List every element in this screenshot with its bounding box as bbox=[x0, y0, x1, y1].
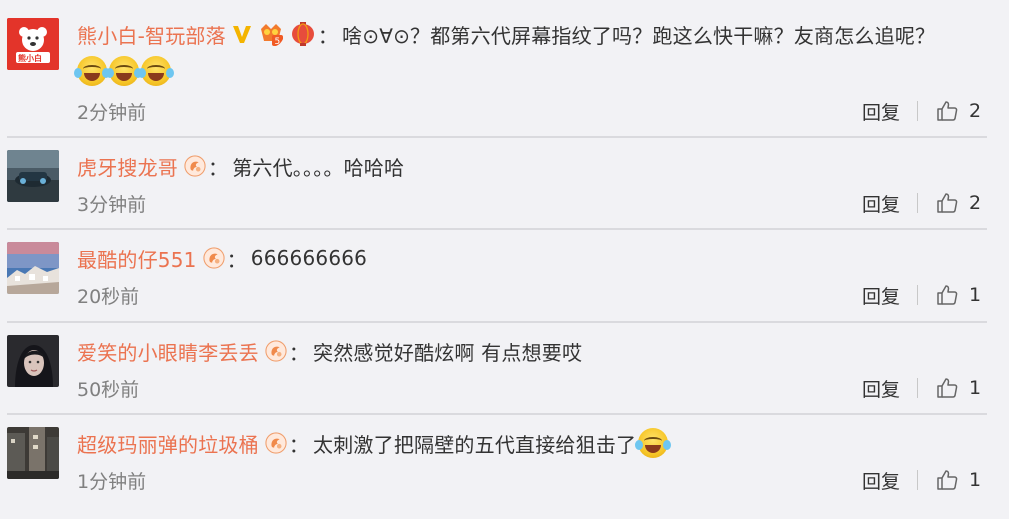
reply-button[interactable]: 回复 bbox=[862, 467, 900, 494]
thumbs-up-icon[interactable] bbox=[935, 283, 959, 307]
comment-line: 爱笑的小眼睛李丢丢 ： 突然感觉好酷炫啊 有点想要哎 bbox=[77, 335, 582, 367]
thumbs-up-icon[interactable] bbox=[935, 468, 959, 492]
colon: ： bbox=[226, 247, 247, 272]
lantern-badge-icon[interactable] bbox=[290, 21, 316, 47]
tears-of-joy-emoji bbox=[74, 56, 110, 86]
comment-line: 熊小白-智玩部落 5 ： 啥⊙∀⊙？都第六代屏幕指纹了吗？跑这么快干嘛？友商怎么… bbox=[77, 18, 935, 50]
reply-button[interactable]: 回复 bbox=[862, 282, 900, 309]
tears-of-joy-emoji bbox=[635, 428, 672, 458]
divider bbox=[917, 470, 919, 490]
username[interactable]: 虎牙搜龙哥 bbox=[77, 152, 178, 181]
comment-text: 第六代。。。。哈哈哈 bbox=[232, 155, 405, 180]
divider bbox=[917, 378, 919, 398]
tears-of-joy-emoji bbox=[106, 56, 142, 86]
colon: ： bbox=[208, 155, 229, 180]
portrait-photo-avatar-icon bbox=[7, 335, 59, 387]
comment-actions: 回复 2 bbox=[862, 190, 981, 216]
divider bbox=[7, 136, 987, 138]
divider bbox=[917, 101, 919, 121]
like-count: 2 bbox=[969, 192, 982, 214]
v-verified-icon[interactable] bbox=[232, 23, 252, 45]
timestamp: 50秒前 bbox=[77, 378, 140, 401]
emoji-row bbox=[74, 56, 174, 86]
thumbs-up-icon[interactable] bbox=[935, 191, 959, 215]
divider bbox=[917, 285, 919, 305]
colon: ： bbox=[317, 23, 339, 48]
fan-badge-icon[interactable] bbox=[265, 432, 287, 454]
fan-badge-icon[interactable] bbox=[265, 340, 287, 362]
comment-actions: 回复 2 bbox=[862, 98, 981, 124]
comment-line: 虎牙搜龙哥 ： 第六代。。。。哈哈哈 bbox=[77, 150, 404, 182]
divider bbox=[7, 321, 987, 323]
reply-button[interactable]: 回复 bbox=[862, 98, 900, 125]
avatar[interactable] bbox=[7, 242, 59, 294]
svg-text:5: 5 bbox=[274, 37, 280, 47]
timestamp: 20秒前 bbox=[77, 285, 140, 308]
like-count: 1 bbox=[969, 284, 982, 306]
comment-actions: 回复 1 bbox=[862, 375, 981, 401]
avatar[interactable] bbox=[7, 335, 59, 387]
like-count: 1 bbox=[969, 377, 982, 399]
comment-line: 超级玛丽弹的垃圾桶 ： 太刺激了把隔壁的五代直接给狙击了 bbox=[77, 427, 672, 459]
username[interactable]: 超级玛丽弹的垃圾桶 bbox=[77, 429, 259, 458]
like-count: 2 bbox=[969, 100, 982, 122]
comment-actions: 回复 1 bbox=[862, 467, 981, 493]
divider bbox=[917, 193, 919, 213]
avatar[interactable] bbox=[7, 427, 59, 479]
reply-button[interactable]: 回复 bbox=[862, 190, 900, 217]
username[interactable]: 爱笑的小眼睛李丢丢 bbox=[77, 337, 259, 366]
comment-text: 突然感觉好酷炫啊 有点想要哎 bbox=[313, 340, 583, 365]
timestamp: 3分钟前 bbox=[77, 193, 147, 216]
divider bbox=[7, 228, 987, 230]
comment-item: 超级玛丽弹的垃圾桶 ： 太刺激了把隔壁的五代直接给狙击了 1分钟前 回复 1 bbox=[0, 427, 1009, 519]
thumbs-up-icon[interactable] bbox=[935, 99, 959, 123]
comment-text: 太刺激了把隔壁的五代直接给狙击了 bbox=[313, 432, 637, 457]
comment-text: 666666666 bbox=[250, 246, 368, 270]
avatar[interactable] bbox=[7, 150, 59, 202]
reply-button[interactable]: 回复 bbox=[862, 375, 900, 402]
like-count: 1 bbox=[969, 469, 982, 491]
santorini-photo-avatar-icon bbox=[7, 242, 59, 294]
colon: ： bbox=[288, 432, 310, 457]
username[interactable]: 最酷的仔551 bbox=[77, 244, 197, 273]
comment-list: 熊小白 熊小白-智玩部落 5 ： 啥⊙∀⊙？都第六代屏幕指纹了吗？跑这么快干嘛？… bbox=[0, 0, 1009, 504]
fan-badge-icon[interactable] bbox=[184, 155, 206, 177]
street-photo-avatar-icon bbox=[7, 427, 59, 479]
comment-line: 最酷的仔551 ： 666666666 bbox=[77, 242, 367, 274]
timestamp: 2分钟前 bbox=[77, 101, 147, 124]
avatar-text: 熊小白 bbox=[18, 54, 42, 63]
avatar[interactable]: 熊小白 bbox=[7, 18, 59, 70]
car-photo-avatar-icon bbox=[7, 150, 59, 202]
fan-badge-icon[interactable] bbox=[203, 247, 225, 269]
username[interactable]: 熊小白-智玩部落 bbox=[77, 20, 226, 49]
tears-of-joy-emoji bbox=[138, 56, 174, 86]
comment-text: 啥⊙∀⊙？都第六代屏幕指纹了吗？跑这么快干嘛？友商怎么追呢？ bbox=[342, 23, 936, 48]
colon: ： bbox=[288, 340, 310, 365]
level-5-badge-icon[interactable]: 5 bbox=[258, 21, 284, 47]
comment-item: 熊小白 熊小白-智玩部落 5 ： 啥⊙∀⊙？都第六代屏幕指纹了吗？跑这么快干嘛？… bbox=[0, 18, 1009, 128]
comment-actions: 回复 1 bbox=[862, 282, 981, 308]
divider bbox=[7, 413, 987, 415]
thumbs-up-icon[interactable] bbox=[935, 376, 959, 400]
timestamp: 1分钟前 bbox=[77, 470, 147, 493]
